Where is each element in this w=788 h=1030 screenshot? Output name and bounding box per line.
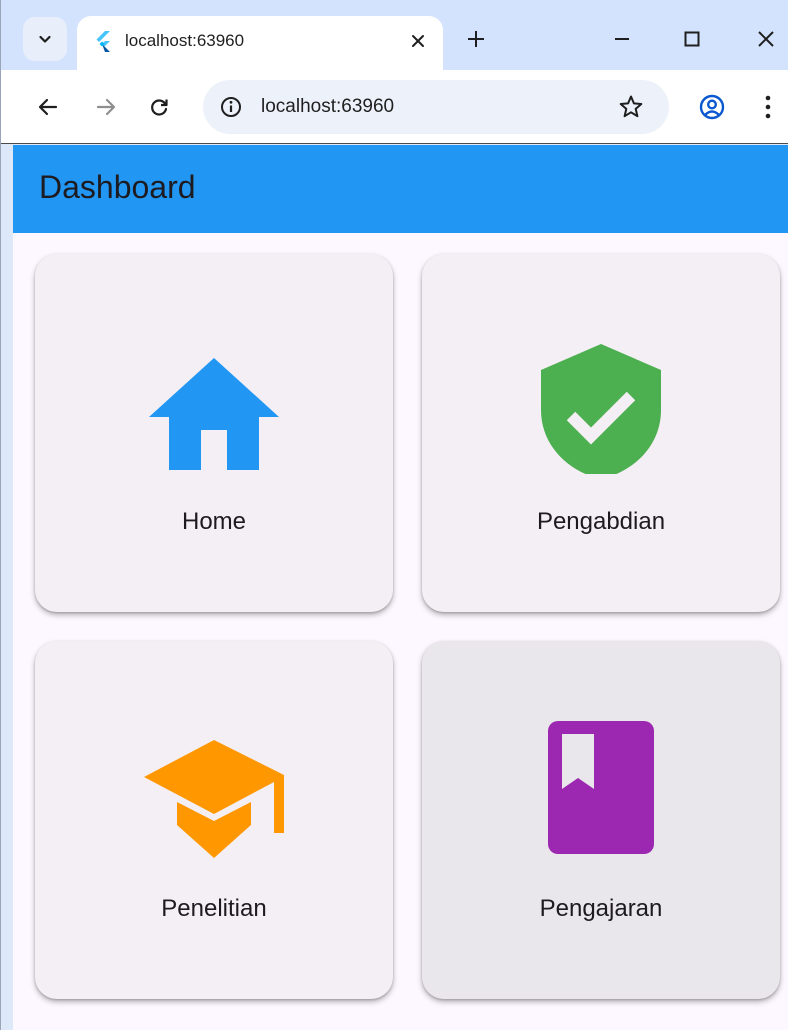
- window-close-button[interactable]: [749, 22, 783, 56]
- back-button[interactable]: [31, 90, 65, 124]
- close-icon: [758, 31, 774, 47]
- minimize-button[interactable]: [605, 22, 639, 56]
- chevron-down-icon: [39, 35, 51, 43]
- browser-window: localhost:63960 localhost:63960 Dashboar…: [0, 0, 788, 1030]
- tab-strip: localhost:63960: [1, 0, 788, 70]
- tab-title: localhost:63960: [125, 31, 245, 50]
- site-info-icon[interactable]: [219, 95, 243, 119]
- reload-icon: [151, 99, 168, 116]
- page-title: Dashboard: [39, 169, 196, 205]
- book-icon: [548, 721, 654, 854]
- tab-close-button[interactable]: [405, 28, 431, 54]
- card-label: Penelitian: [161, 895, 267, 922]
- minimize-icon: [615, 38, 629, 40]
- app-bar: Dashboard: [13, 145, 788, 233]
- browser-menu-button[interactable]: [753, 90, 783, 124]
- forward-button[interactable]: [89, 90, 123, 124]
- maximize-button[interactable]: [675, 22, 709, 56]
- card-pengabdian[interactable]: Pengabdian: [422, 254, 780, 612]
- card-pengajaran[interactable]: Pengajaran: [422, 641, 780, 999]
- card-label: Home: [181, 508, 247, 535]
- home-icon: [149, 358, 279, 470]
- arrow-left-icon: [38, 98, 58, 116]
- flutter-icon: [96, 31, 110, 52]
- card-label: Pengajaran: [539, 895, 663, 922]
- new-tab-button[interactable]: [459, 22, 493, 56]
- card-home[interactable]: Home: [35, 254, 393, 612]
- page-viewport: Dashboard Home Pengabdian Penelitian Pen…: [13, 145, 788, 1030]
- tab-active[interactable]: localhost:63960: [77, 16, 443, 70]
- reload-button[interactable]: [142, 90, 176, 124]
- graduation-cap-icon: [144, 740, 284, 858]
- maximize-icon: [684, 31, 700, 47]
- tab-search-button[interactable]: [23, 17, 67, 61]
- more-vertical-icon: [765, 95, 771, 119]
- profile-icon: [699, 94, 725, 120]
- card-penelitian[interactable]: Penelitian: [35, 641, 393, 999]
- plus-icon: [468, 31, 484, 47]
- profile-button[interactable]: [695, 90, 729, 124]
- close-icon: [412, 35, 424, 47]
- browser-toolbar: localhost:63960: [1, 70, 788, 144]
- card-label: Pengabdian: [536, 508, 666, 535]
- address-bar[interactable]: localhost:63960: [203, 80, 669, 134]
- bookmark-star-icon[interactable]: [617, 93, 645, 121]
- address-text: localhost:63960: [261, 96, 395, 117]
- verified-shield-icon: [541, 344, 661, 474]
- arrow-right-icon: [96, 98, 116, 116]
